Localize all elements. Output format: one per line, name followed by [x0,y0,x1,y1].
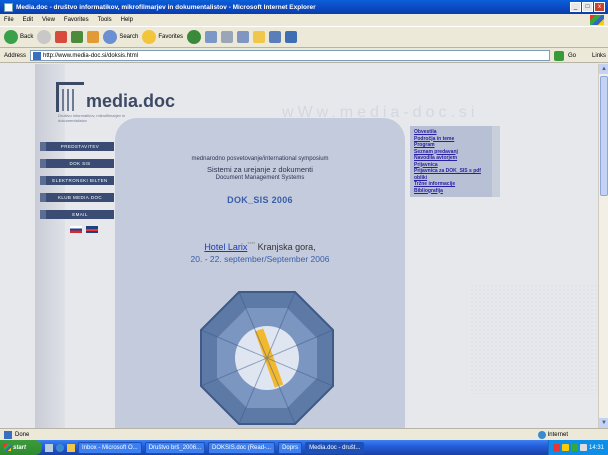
favorites-label: Favorites [158,34,184,40]
search-button[interactable]: Search [103,30,138,44]
nav-elektronski-bilten[interactable]: ELEKTRONSKI BILTEN [40,176,114,185]
tray-icon-1[interactable] [552,444,560,451]
scroll-up-icon[interactable]: ▲ [599,64,608,74]
windows-logo-icon [590,15,604,25]
status-page-icon [4,430,12,439]
nav-klub[interactable]: KLUB MEDIA.DOC [40,193,114,202]
taskbar: start Inbox - Microsoft O... Društvo brš… [0,440,608,455]
sistemi-title: Sistemi za urejanje z dokumenti [207,165,313,174]
status-text: Done [15,431,30,438]
address-label: Address [4,52,27,59]
dot-pattern-decor [470,284,598,394]
edit-icon[interactable] [237,31,250,43]
browser-window: Media.doc - društvo informatikov, mikrof… [0,0,608,455]
nav-predstavitev[interactable]: PREDSTAVITEV [40,142,114,151]
status-bar: Done Internet [0,428,608,440]
dms-title: Document Management Systems [215,175,305,181]
page-icon [33,51,42,60]
address-bar: Address http://www.media-doc.si/doksis.h… [0,49,608,63]
menu-link-bibliografija[interactable]: Bibliografija [414,188,488,195]
task-doksis-doc[interactable]: DOKSIS.doc (Read-... [208,441,276,454]
event-dates: 20. - 22. september/September 2006 [190,254,330,264]
system-tray: 14:31 [547,440,608,455]
tray-icon-4[interactable] [579,444,587,451]
start-button[interactable]: start [0,440,42,455]
forward-arrow-icon[interactable] [37,30,52,44]
logo-subtitle: Društvo informatikov, mikrofilmarjev in … [58,113,126,123]
favorites-button[interactable]: Favorites [142,30,183,44]
tray-icon-3[interactable] [570,444,578,451]
search-label: Search [119,34,139,40]
mail-icon[interactable] [205,31,218,43]
window-title: Media.doc - društvo informatikov, mikrof… [16,3,316,11]
slovene-flag-icon[interactable] [70,226,82,233]
task-media-doc[interactable]: Media.doc - društ... [305,441,365,454]
menu-bar: File Edit View Favorites Tools Help [0,14,608,25]
symposium-text: mednarodno posvetovanje/international sy… [191,156,329,162]
quicklaunch-desktop-icon[interactable] [45,443,53,452]
left-nav: PREDSTAVITEV DOK SIS ELEKTRONSKI BILTEN … [40,142,114,233]
quicklaunch-outlook-icon[interactable] [67,443,75,452]
back-button[interactable]: Back [4,30,33,44]
venue-line: Hotel Larix**** Kranjska gora, [135,242,385,252]
scroll-thumb[interactable] [600,76,608,196]
address-url: http://www.media-doc.si/doksis.html [43,52,139,59]
english-flag-icon[interactable] [86,226,98,233]
links-button[interactable]: Links [592,53,606,59]
print-icon[interactable] [221,31,234,43]
folder-icon[interactable] [253,31,266,43]
quicklaunch-ie-icon[interactable] [56,443,64,452]
messenger-icon[interactable] [269,31,282,43]
menu-help[interactable]: Help [121,17,133,23]
menu-file[interactable]: File [4,17,14,23]
search-icon [103,30,118,44]
title-bar: Media.doc - društvo informatikov, mikrof… [0,0,608,14]
history-icon[interactable] [187,30,202,44]
doksis-title: DOK_SIS 2006 [227,195,293,205]
doksis-octagon-graphic [200,291,334,425]
maximize-button[interactable]: □ [582,2,593,12]
go-button[interactable]: Go [568,53,576,59]
start-label: start [13,444,27,451]
menu-view[interactable]: View [42,17,55,23]
scroll-down-icon[interactable]: ▼ [599,418,608,428]
menu-link-prijavnica-pdf[interactable]: Prijavnica za DOK_SIS s pdf obliki [414,168,488,181]
close-button[interactable]: x [594,2,605,12]
star-icon [142,30,157,44]
nav-dok-sis[interactable]: DOK SIS [40,159,114,168]
refresh-icon[interactable] [71,31,84,43]
venue-place: Kranjska gora, [255,242,316,252]
task-drustvo[interactable]: Društvo brš_2006... [144,441,206,454]
site-logo[interactable]: media.doc [56,82,175,112]
tray-icon-2[interactable] [561,444,569,451]
minimize-button[interactable]: _ [570,2,581,12]
menu-favorites[interactable]: Favorites [64,17,89,23]
clock: 14:31 [588,444,604,451]
task-inbox[interactable]: Inbox - Microsoft O... [78,441,142,454]
toolbar: Back Search Favorites [0,26,608,48]
hotel-stars: **** [247,242,256,248]
menu-tools[interactable]: Tools [98,17,112,23]
start-logo-icon [4,444,11,451]
nav-email[interactable]: EMAIL [40,210,114,219]
back-label: Back [20,34,34,40]
ie-icon [4,2,13,12]
vertical-scrollbar[interactable]: ▲ ▼ [598,64,608,428]
home-icon[interactable] [87,31,100,43]
address-field[interactable]: http://www.media-doc.si/doksis.html [30,50,551,61]
stop-icon[interactable] [55,31,68,43]
task-doprs[interactable]: Doprs [278,441,303,454]
logo-text: media.doc [86,91,176,111]
media-icon[interactable] [285,31,298,43]
back-arrow-icon [4,30,18,44]
globe-icon [537,430,546,439]
right-menu: Obvestila Področja in teme Program Sezna… [410,126,500,197]
zone-text: Internet [547,431,568,438]
hotel-link[interactable]: Hotel Larix [204,242,247,252]
menu-edit[interactable]: Edit [23,17,33,23]
page-content: media.doc Društvo informatikov, mikrofil… [0,64,598,428]
go-icon[interactable] [554,50,565,61]
logo-books-icon [56,82,84,112]
